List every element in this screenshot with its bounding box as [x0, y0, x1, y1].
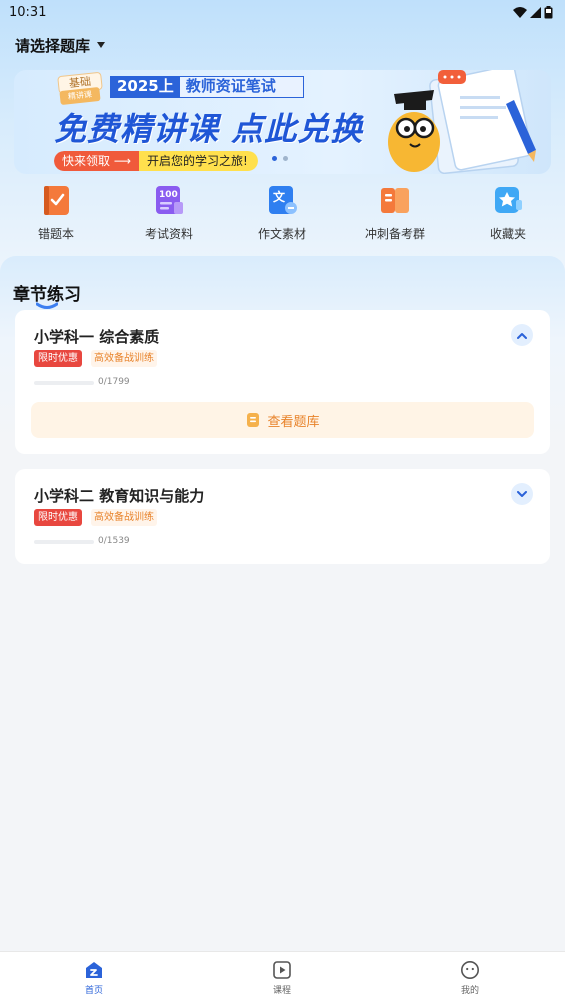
promo-tag: 限时优惠: [34, 509, 82, 526]
feature-tag: 高效备战训练: [91, 350, 157, 367]
banner-exam: 教师资证笔试: [185, 77, 276, 95]
chevron-down-icon: [517, 490, 527, 497]
question-bank-icon: [247, 413, 260, 427]
svg-text:100: 100: [159, 190, 178, 200]
essay-material-icon: 文: [269, 186, 297, 214]
view-question-bank-button[interactable]: 查看题库: [31, 402, 534, 438]
quick-link-label: 冲刺备考群: [364, 227, 425, 241]
progress-bar: [34, 540, 94, 544]
mascot-illustration: [388, 70, 536, 174]
status-icons: [513, 5, 553, 19]
expand-button[interactable]: [511, 483, 533, 505]
promo-tag: 限时优惠: [34, 350, 82, 367]
quick-link-exam-material[interactable]: 100 考试资料: [129, 184, 209, 244]
quick-links: 错题本 100 考试资料 文 作文素材 冲刺备考群 收藏夹: [0, 184, 565, 244]
carousel-indicator: [272, 156, 288, 161]
battery-icon: [544, 5, 553, 18]
tab-profile[interactable]: 我的: [430, 960, 510, 996]
home-icon: [86, 962, 102, 978]
banner-cta[interactable]: 快来领取 ⟶ 开启您的学习之旅!: [54, 151, 258, 171]
quick-link-wrong-book[interactable]: 错题本: [16, 184, 96, 244]
promo-banner[interactable]: 基础 精讲课 2025上 教师资证笔试 免费精讲课 点此兑换 快来领取 ⟶ 开启…: [14, 70, 551, 174]
tab-label: 我的: [460, 986, 479, 996]
sprint-group-icon: [381, 188, 409, 213]
question-bank-selector[interactable]: 请选择题库: [15, 35, 106, 55]
course-play-icon: [273, 961, 291, 979]
tab-home[interactable]: 首页: [54, 960, 134, 996]
progress-bar: [34, 381, 94, 385]
subject-card[interactable]: 小学科一 综合素质 限时优惠 高效备战训练 0/1799 查看题库: [15, 310, 550, 454]
view-question-bank-label: 查看题库: [267, 414, 320, 430]
signal-icon: [530, 6, 541, 18]
subject-title: 小学科一 综合素质: [34, 328, 160, 346]
quick-link-label: 收藏夹: [489, 227, 526, 241]
banner-badge: 基础 精讲课: [50, 71, 106, 106]
collapse-button[interactable]: [511, 324, 533, 346]
tab-label: 首页: [84, 986, 103, 996]
favorites-icon: [495, 187, 522, 213]
carousel-dot: [272, 156, 277, 161]
wrong-book-icon: [44, 186, 69, 215]
progress-text: 0/1799: [98, 377, 130, 387]
banner-badge-bottom: 精讲课: [59, 86, 101, 106]
caret-down-icon: [97, 42, 106, 48]
wifi-icon: [513, 6, 527, 18]
carousel-dot: [283, 156, 288, 161]
chevron-up-icon: [517, 332, 527, 339]
progress-text: 0/1539: [98, 536, 130, 546]
tab-course[interactable]: 课程: [242, 960, 322, 996]
status-time: 10:31: [9, 4, 47, 20]
quick-link-favorites[interactable]: 收藏夹: [468, 184, 548, 244]
quick-link-essay-material[interactable]: 文 作文素材: [242, 184, 322, 244]
status-bar: 10:31: [0, 0, 565, 24]
quick-link-label: 考试资料: [144, 227, 193, 241]
banner-cta-claim: 快来领取 ⟶: [54, 151, 140, 171]
tab-label: 课程: [272, 986, 291, 996]
quick-link-sprint-group[interactable]: 冲刺备考群: [355, 184, 435, 244]
title-underline-decoration: [36, 302, 58, 309]
quick-link-label: 作文素材: [257, 227, 306, 241]
bottom-tab-bar: 首页 课程 我的: [0, 951, 565, 1004]
banner-headline: 免费精讲课 点此兑换: [54, 110, 364, 148]
subject-card[interactable]: 小学科二 教育知识与能力 限时优惠 高效备战训练 0/1539: [15, 469, 550, 564]
banner-year: 2025上: [111, 77, 180, 97]
feature-tag: 高效备战训练: [91, 509, 157, 526]
quick-link-label: 错题本: [37, 227, 74, 241]
exam-material-icon: 100: [156, 186, 183, 214]
banner-exam-tag: 2025上 教师资证笔试: [110, 76, 304, 98]
svg-text:文: 文: [273, 189, 286, 204]
banner-cta-slogan: 开启您的学习之旅!: [139, 151, 258, 171]
profile-icon: [461, 961, 479, 979]
question-bank-selector-label: 请选择题库: [15, 36, 91, 55]
subject-title: 小学科二 教育知识与能力: [34, 487, 205, 505]
